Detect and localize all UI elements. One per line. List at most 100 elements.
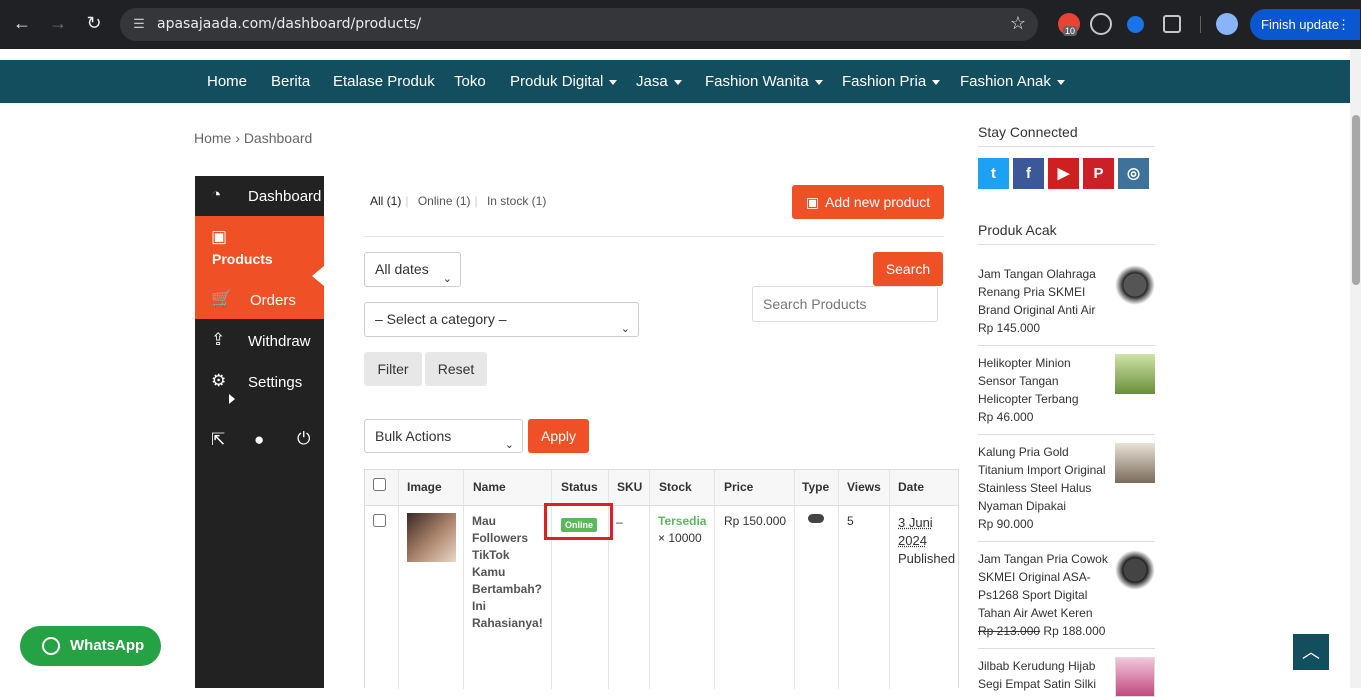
more-menu-icon[interactable]: ⋮ [1337, 9, 1350, 40]
nav-item-berita[interactable]: Berita [271, 73, 310, 90]
sidebar-item-orders[interactable]: 🛒 Orders [195, 279, 324, 320]
product-price: Rp 46.000 [978, 410, 1034, 424]
whatsapp-button[interactable]: WhatsApp [20, 626, 161, 666]
twitter-icon[interactable]: t [978, 158, 1009, 189]
product-title[interactable]: Jam Tangan Pria Cowok SKMEI Original ASA… [978, 550, 1108, 622]
date-select[interactable]: All dates ⌄ [364, 252, 461, 287]
nav-item-home[interactable]: Home [207, 73, 247, 90]
product-price: Rp 188.000 [1043, 624, 1106, 638]
product-thumbnail[interactable] [1115, 443, 1155, 483]
nav-item-fashion-anak[interactable]: Fashion Anak [960, 73, 1065, 90]
submenu-arrow-icon[interactable] [229, 394, 235, 404]
produk-acak-title: Produk Acak [978, 222, 1057, 238]
product-thumbnail[interactable] [1115, 550, 1155, 590]
header-status: Status [561, 480, 598, 494]
dashboard-sidebar: ◔ Dashboard ▣ Products 🛒 Orders ⇪ Withdr… [195, 176, 324, 688]
filter-button[interactable]: Filter [364, 352, 422, 386]
product-old-price: Rp 213.000 [978, 624, 1041, 638]
list-item[interactable]: Jam Tangan Olahraga Renang Pria SKMEI Br… [978, 265, 1155, 337]
sidebar-item-dashboard[interactable]: ◔ Dashboard [195, 176, 324, 216]
whatsapp-icon [42, 637, 60, 655]
finish-update-button[interactable]: Finish update ⋮ [1250, 9, 1360, 40]
category-select[interactable]: – Select a category – ⌄ [364, 302, 639, 337]
bookmark-star-icon[interactable]: ☆ [1010, 13, 1026, 34]
status-filter-links: All (1) | Online (1) | In stock (1) [370, 194, 550, 208]
product-price: Rp 145.000 [978, 321, 1041, 335]
add-new-product-button[interactable]: ▣ Add new product [792, 185, 944, 219]
site-info-icon[interactable]: ☰ [130, 15, 148, 33]
search-products-input[interactable]: Search Products [752, 286, 938, 322]
nav-item-produk-digital[interactable]: Produk Digital [510, 73, 618, 90]
row-checkbox[interactable] [373, 514, 386, 527]
views-value: 5 [847, 514, 854, 528]
power-icon[interactable]: ⏻ [297, 429, 310, 449]
date-value: 3 Juni 2024 [898, 515, 933, 548]
header-name[interactable]: Name [473, 480, 506, 494]
back-arrow-icon[interactable]: ← [10, 11, 34, 35]
nav-item-fashion-wanita[interactable]: Fashion Wanita [705, 73, 823, 90]
reload-icon[interactable]: ↻ [82, 11, 106, 35]
product-thumbnail[interactable] [407, 513, 456, 562]
caret-down-icon [1056, 79, 1065, 85]
puzzle-extensions-icon[interactable] [1163, 15, 1181, 33]
nav-label: Produk Digital [510, 73, 604, 90]
list-item[interactable]: Jam Tangan Pria Cowok SKMEI Original ASA… [978, 550, 1155, 640]
apply-button[interactable]: Apply [528, 419, 589, 453]
select-all-checkbox[interactable] [373, 478, 386, 491]
list-item[interactable]: Helikopter Minion Sensor Tangan Helicopt… [978, 354, 1155, 426]
header-date[interactable]: Date [898, 480, 924, 494]
pinterest-icon[interactable]: P [1083, 158, 1114, 189]
filter-online[interactable]: Online (1) [418, 194, 471, 208]
nav-item-jasa[interactable]: Jasa [636, 73, 682, 90]
product-thumbnail[interactable] [1115, 265, 1155, 305]
product-price-row: Rp 213.000 Rp 188.000 [978, 622, 1155, 640]
product-title[interactable]: Jam Tangan Olahraga Renang Pria SKMEI Br… [978, 265, 1108, 319]
caret-down-icon [814, 79, 823, 85]
verified-extension-icon[interactable] [1127, 16, 1144, 33]
sidebar-item-withdraw[interactable]: ⇪ Withdraw [195, 320, 324, 361]
user-icon[interactable]: ● [254, 430, 264, 450]
nav-item-fashion-pria[interactable]: Fashion Pria [842, 73, 941, 90]
header-sku[interactable]: SKU [617, 480, 642, 494]
nav-item-etalase-produk[interactable]: Etalase Produk [333, 73, 435, 90]
address-bar[interactable]: ☰ apasajaada.com/dashboard/products/ ☆ [120, 8, 1038, 41]
product-title[interactable]: Kalung Pria Gold Titanium Import Origina… [978, 443, 1108, 515]
stock-quantity: × 10000 [658, 531, 702, 545]
sidebar-item-settings[interactable]: ⚙ Settings [195, 361, 324, 406]
instagram-icon[interactable]: ◎ [1118, 158, 1149, 189]
back-to-top-button[interactable]: ︿ [1293, 634, 1329, 670]
whatsapp-label: WhatsApp [70, 637, 145, 654]
bulk-actions-select[interactable]: Bulk Actions ⌄ [364, 419, 523, 453]
product-name-link[interactable]: Mau Followers TikTok Kamu Bertambah? Ini… [472, 513, 546, 632]
products-table: Image Name Status SKU Stock Price Type V… [364, 469, 959, 689]
notification-count: 10 [1063, 26, 1078, 36]
chevron-down-icon: ⌄ [442, 272, 452, 285]
filter-all[interactable]: All (1) [370, 194, 401, 208]
widget-divider [978, 648, 1155, 649]
upload-icon: ⇪ [211, 330, 226, 349]
header-price[interactable]: Price [724, 480, 753, 494]
nav-item-toko[interactable]: Toko [454, 73, 486, 90]
facebook-icon[interactable]: f [1013, 158, 1044, 189]
forward-arrow-icon[interactable]: → [46, 11, 70, 35]
product-title[interactable]: Helikopter Minion Sensor Tangan Helicopt… [978, 354, 1108, 408]
widget-divider [978, 541, 1155, 542]
filter-instock[interactable]: In stock (1) [487, 194, 546, 208]
chevron-up-icon: ︿ [1302, 642, 1320, 662]
breadcrumb-home[interactable]: Home [194, 130, 231, 146]
product-thumbnail[interactable] [1115, 354, 1155, 394]
globe-icon[interactable] [1090, 13, 1112, 35]
list-item[interactable]: Kalung Pria Gold Titanium Import Origina… [978, 443, 1155, 533]
column-divider [714, 470, 715, 689]
reset-button[interactable]: Reset [425, 352, 487, 386]
external-link-icon[interactable]: ⇱ [211, 430, 225, 450]
header-image[interactable]: Image [407, 480, 442, 494]
search-button[interactable]: Search [873, 252, 943, 286]
url-text: apasajaada.com/dashboard/products/ [157, 16, 422, 32]
product-price: Rp 90.000 [978, 517, 1034, 531]
scrollbar-thumb[interactable] [1352, 115, 1360, 285]
youtube-icon[interactable]: ▶ [1048, 158, 1079, 189]
product-thumbnail[interactable] [1115, 657, 1155, 697]
profile-avatar[interactable] [1216, 13, 1238, 35]
status-highlight-box [544, 503, 613, 540]
